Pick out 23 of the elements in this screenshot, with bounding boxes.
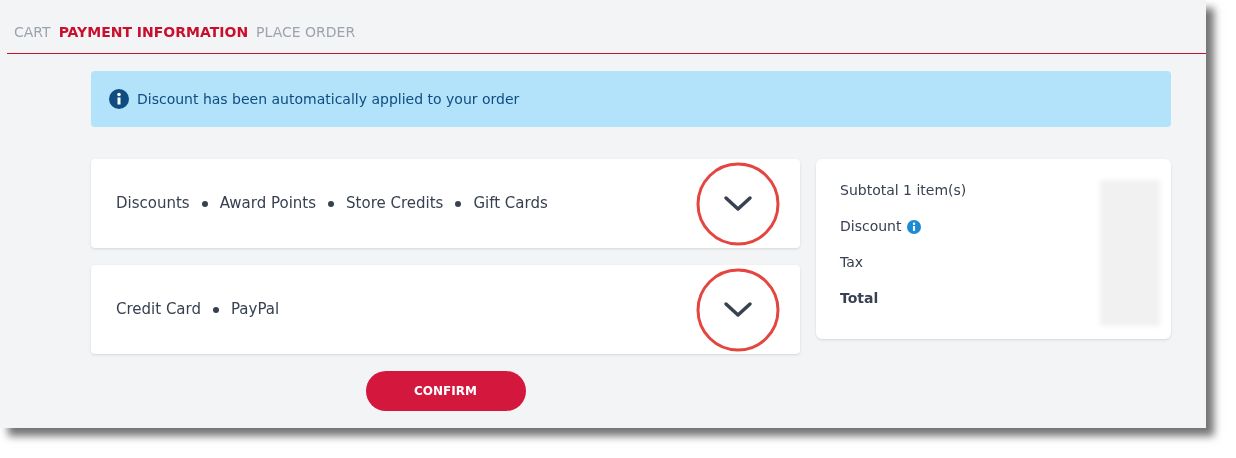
bullet-icon [455, 200, 462, 207]
section-option: Award Points [219, 192, 317, 215]
summary-label: Tax [840, 253, 864, 272]
section-option: Credit Card [116, 298, 201, 321]
section-option: PayPal [230, 298, 280, 321]
step-tab[interactable]: PAYMENT INFORMATION [58, 22, 249, 43]
section-option: Store Credits [346, 192, 444, 215]
section-option: Gift Cards [473, 192, 548, 215]
payment-section-card[interactable]: Discounts Award Points Store Credits Gift Cards [91, 159, 800, 248]
chevron-icon[interactable] [723, 300, 753, 319]
info-icon [109, 89, 129, 109]
alert-text: Discount has been automatically applied to your order [137, 89, 520, 109]
confirm-button[interactable]: CONFIRM [365, 371, 526, 411]
summary-label: Total [840, 289, 879, 308]
info-icon [907, 219, 922, 234]
bullet-icon [212, 306, 219, 313]
summary-label: Discount [840, 217, 902, 236]
payment-section-card[interactable]: Credit Card PayPal [91, 265, 800, 354]
section-option: Discounts [116, 192, 190, 215]
bullet-icon [328, 200, 335, 207]
summary-label: Subtotal 1 item(s) [840, 181, 967, 200]
bullet-icon [201, 200, 208, 207]
chevron-icon[interactable] [723, 194, 753, 213]
